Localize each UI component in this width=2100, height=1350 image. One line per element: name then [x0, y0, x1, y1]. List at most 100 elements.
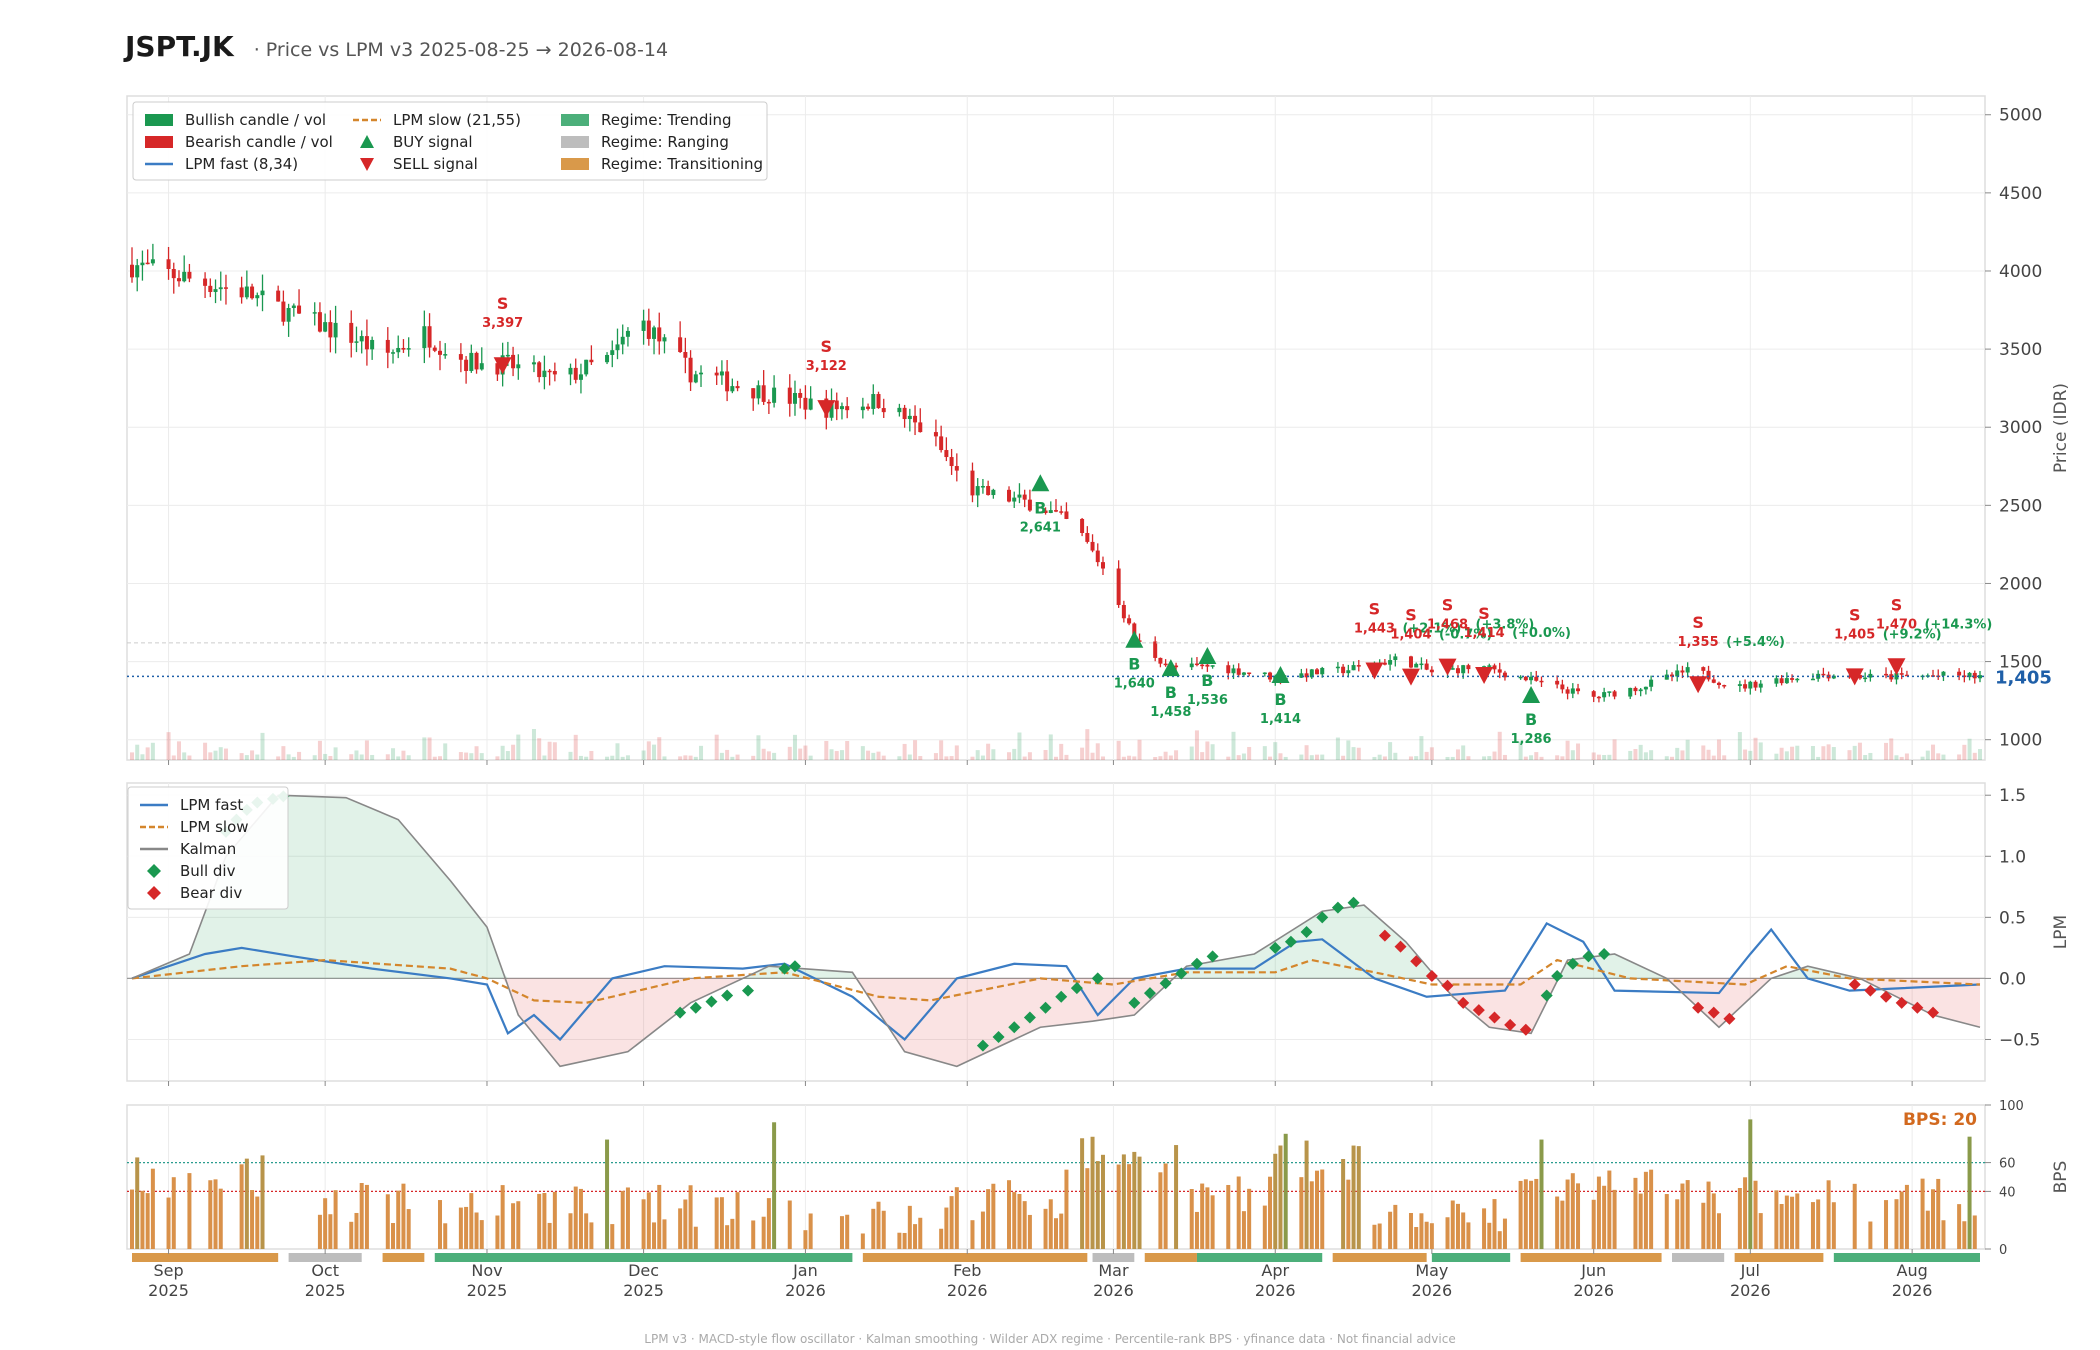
bps-bar [1831, 1202, 1836, 1249]
candle-body [542, 370, 547, 378]
signal-letter: B [1128, 655, 1140, 674]
volume-bar [1779, 747, 1784, 760]
volume-bar [1022, 756, 1027, 760]
bps-bar [1054, 1218, 1058, 1249]
volume-bar [1649, 750, 1654, 760]
candle-body [1570, 688, 1575, 694]
volume-bar [1054, 756, 1058, 760]
candle-body [505, 354, 510, 357]
candle-body [1675, 670, 1680, 677]
candle-body [1158, 657, 1163, 664]
bps-bar [1894, 1199, 1899, 1249]
legend-label: Regime: Transitioning [601, 155, 763, 173]
y-axis-label: Price (IDR) [2051, 383, 2071, 473]
candle-body [605, 354, 610, 363]
volume-bar [537, 738, 542, 760]
bps-bar [145, 1193, 150, 1249]
signal-price: 1,443 [1354, 621, 1395, 636]
legend-label: Bear div [180, 884, 242, 902]
candle-body [1189, 663, 1194, 668]
candle-body [531, 362, 536, 365]
y-tick-label: 0 [1999, 1243, 2007, 1258]
bps-bar [1716, 1213, 1721, 1249]
candle-body [166, 259, 171, 269]
candle-body [464, 359, 469, 371]
signal-price: 3,122 [806, 359, 847, 374]
bps-bar [500, 1185, 505, 1249]
candle-body [871, 394, 876, 409]
candle-body [578, 374, 583, 380]
signal-letter: B [1274, 690, 1286, 709]
candle-body [291, 305, 296, 309]
candle-body [145, 262, 150, 265]
signal-price: 3,397 [482, 316, 523, 331]
bps-bar [1523, 1179, 1528, 1249]
candle-body [1080, 518, 1085, 533]
volume-bar [1189, 746, 1194, 760]
volume-bar [1278, 753, 1283, 760]
candle-body [286, 308, 291, 322]
candle-body [317, 312, 322, 332]
candle-body [620, 336, 625, 345]
candle-body [1633, 687, 1638, 692]
volume-bar [699, 745, 704, 760]
volume-bar [516, 734, 521, 760]
bps-bar [881, 1210, 886, 1249]
candle-body [244, 286, 249, 298]
volume-bar [1706, 749, 1711, 760]
candle-body [182, 271, 187, 282]
volume-bar [766, 751, 771, 760]
candle-body [1424, 663, 1429, 670]
candle-body [1382, 662, 1387, 665]
volume-bar [1455, 749, 1460, 760]
x-tick-year: 2025 [623, 1281, 664, 1300]
volume-bar [1565, 740, 1570, 760]
volume-bar [1210, 744, 1215, 760]
legend-label: Regime: Trending [601, 111, 732, 129]
candle-body [1194, 663, 1199, 666]
chart-canvas: 100015002000250030003500400045005000Pric… [126, 95, 2071, 1300]
volume-bar [1393, 752, 1398, 760]
candle-body [250, 286, 255, 299]
bps-bar [568, 1213, 573, 1249]
volume-bar [427, 737, 432, 760]
signal-letter: S [1369, 599, 1381, 618]
volume-bar [281, 746, 286, 760]
bps-bar [1675, 1199, 1680, 1249]
x-tick-year: 2025 [305, 1281, 346, 1300]
candle-body [391, 352, 396, 354]
bps-bar [1200, 1183, 1205, 1249]
volume-bar [276, 756, 281, 760]
x-tick-month: May [1415, 1261, 1448, 1280]
bps-bar [385, 1194, 390, 1249]
volume-bar [589, 750, 594, 760]
volume-bar [1100, 756, 1105, 760]
legend-swatch [145, 114, 173, 126]
candle-body [1790, 678, 1795, 680]
y-tick-label: 3000 [1999, 418, 2042, 438]
volume-bar [333, 747, 338, 760]
volume-bar [1847, 750, 1852, 760]
bps-bar [1810, 1202, 1815, 1249]
candle-body [1743, 684, 1748, 689]
bps-bar [328, 1214, 333, 1249]
bps-bar [1455, 1203, 1460, 1249]
candle-body [1523, 676, 1528, 681]
candle-body [150, 259, 155, 264]
candle-body [516, 364, 521, 369]
candle-body [1612, 691, 1617, 697]
volume-bar [1273, 742, 1278, 760]
bps-bar [1304, 1140, 1309, 1249]
candle-body [1320, 667, 1325, 675]
volume-bar [1722, 755, 1727, 760]
bps-bar [625, 1187, 630, 1249]
bps-bar [1612, 1189, 1617, 1249]
bps-bar [135, 1157, 140, 1249]
legend-swatch [145, 136, 173, 148]
bps-bar [516, 1201, 521, 1249]
volume-bar [1090, 752, 1095, 760]
volume-bar [1748, 750, 1753, 760]
candle-body [881, 408, 886, 413]
candle-body [1795, 678, 1800, 681]
legend-swatch [561, 114, 589, 126]
